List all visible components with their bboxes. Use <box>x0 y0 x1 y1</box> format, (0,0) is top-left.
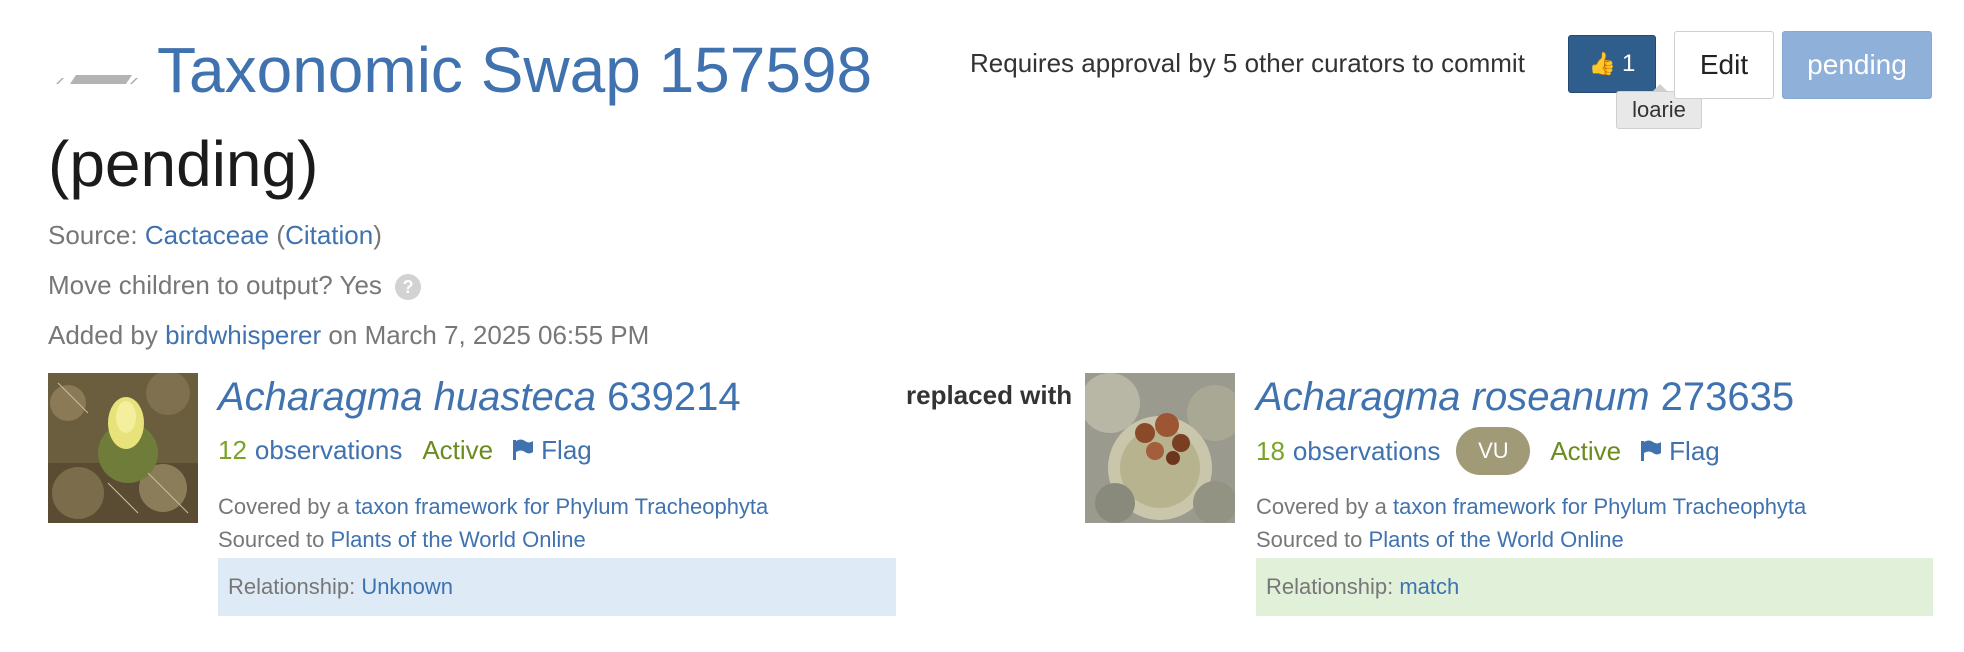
help-icon[interactable]: ? <box>395 274 422 300</box>
input-taxon-name-link[interactable]: Acharagma huasteca 639214 <box>218 372 741 422</box>
input-taxon-name: Acharagma huasteca <box>218 375 597 419</box>
source-link[interactable]: Cactaceae <box>145 220 269 250</box>
flag-icon <box>1641 440 1662 461</box>
input-relationship-box: Relationship: Unknown <box>218 558 896 616</box>
output-observations-link[interactable]: 18 observations <box>1256 434 1440 468</box>
input-covered-by-text: Covered by a <box>218 494 349 519</box>
approval-requirement-text: Requires approval by 5 other curators to… <box>970 48 1525 78</box>
output-sourced-to-text: Sourced to <box>1256 527 1363 552</box>
edit-button[interactable]: Edit <box>1674 31 1774 99</box>
move-children-value: Yes <box>339 270 382 300</box>
output-relationship-label: Relationship: <box>1266 574 1394 599</box>
added-by-label: Added by <box>48 320 158 350</box>
input-flag-link[interactable]: Flag <box>511 433 592 467</box>
input-framework-note: Covered by a taxon framework for Phylum … <box>218 492 768 522</box>
input-status-active: Active <box>422 435 494 465</box>
input-relationship-value[interactable]: Unknown <box>361 574 453 600</box>
input-sourced-link[interactable]: Plants of the World Online <box>331 527 586 552</box>
source-paren-open: ( <box>276 220 286 250</box>
input-relationship-label: Relationship: <box>228 574 356 599</box>
output-taxon-name-link[interactable]: Acharagma roseanum 273635 <box>1256 372 1794 422</box>
page-status: (pending) <box>48 128 319 200</box>
move-children-line: Move children to output? Yes ? <box>48 268 422 302</box>
input-sourced-note: Sourced to Plants of the World Online <box>218 525 586 555</box>
swap-icon <box>56 75 138 84</box>
output-relationship-value[interactable]: match <box>1399 574 1459 600</box>
output-observations-count: 18 <box>1256 436 1285 466</box>
page-title[interactable]: Taxonomic Swap 157598 <box>157 30 872 110</box>
move-children-label: Move children to output? <box>48 270 333 300</box>
input-taxon-photo[interactable] <box>48 373 198 523</box>
output-sourced-link[interactable]: Plants of the World Online <box>1369 527 1624 552</box>
input-framework-link[interactable]: taxon framework for Phylum Tracheophyta <box>355 494 768 519</box>
like-count: 1 <box>1622 50 1636 77</box>
added-by-line: Added by birdwhisperer on March 7, 2025 … <box>48 318 649 352</box>
replaced-with-label: replaced with <box>906 380 1073 410</box>
like-button[interactable]: 👍 1 <box>1568 35 1656 93</box>
output-flag-label: Flag <box>1669 436 1720 466</box>
input-observations-link[interactable]: 12 observations <box>218 433 402 467</box>
status-pending-button[interactable]: pending <box>1782 31 1932 99</box>
output-taxon-photo[interactable] <box>1085 373 1235 523</box>
citation-link[interactable]: Citation <box>285 220 373 250</box>
output-sourced-note: Sourced to Plants of the World Online <box>1256 525 1624 555</box>
added-on-date: on March 7, 2025 06:55 PM <box>328 320 650 350</box>
thumbs-up-icon: 👍 <box>1588 51 1617 76</box>
output-taxon-name: Acharagma roseanum <box>1256 375 1650 419</box>
output-observations-label: observations <box>1292 436 1441 466</box>
output-taxon-id: 273635 <box>1660 375 1795 419</box>
output-status-active: Active <box>1550 436 1622 466</box>
conservation-status-badge[interactable]: VU <box>1456 427 1531 475</box>
input-observations-count: 12 <box>218 435 247 465</box>
input-sourced-to-text: Sourced to <box>218 527 325 552</box>
output-framework-note: Covered by a taxon framework for Phylum … <box>1256 492 1806 522</box>
input-taxon-stats: 12 observations Active Flag <box>218 433 592 467</box>
output-flag-link[interactable]: Flag <box>1639 434 1720 468</box>
input-flag-label: Flag <box>541 435 592 465</box>
source-paren-close: ) <box>373 220 382 250</box>
output-relationship-box: Relationship: match <box>1256 558 1933 616</box>
input-taxon-id: 639214 <box>607 375 741 419</box>
added-by-user-link[interactable]: birdwhisperer <box>165 320 321 350</box>
output-covered-by-text: Covered by a <box>1256 494 1387 519</box>
output-framework-link[interactable]: taxon framework for Phylum Tracheophyta <box>1393 494 1806 519</box>
output-taxon-stats: 18 observations VU Active Flag <box>1256 427 1720 475</box>
source-label: Source: <box>48 220 138 250</box>
input-observations-label: observations <box>254 435 403 465</box>
source-line: Source: Cactaceae (Citation) <box>48 218 382 252</box>
flag-icon <box>513 439 534 460</box>
